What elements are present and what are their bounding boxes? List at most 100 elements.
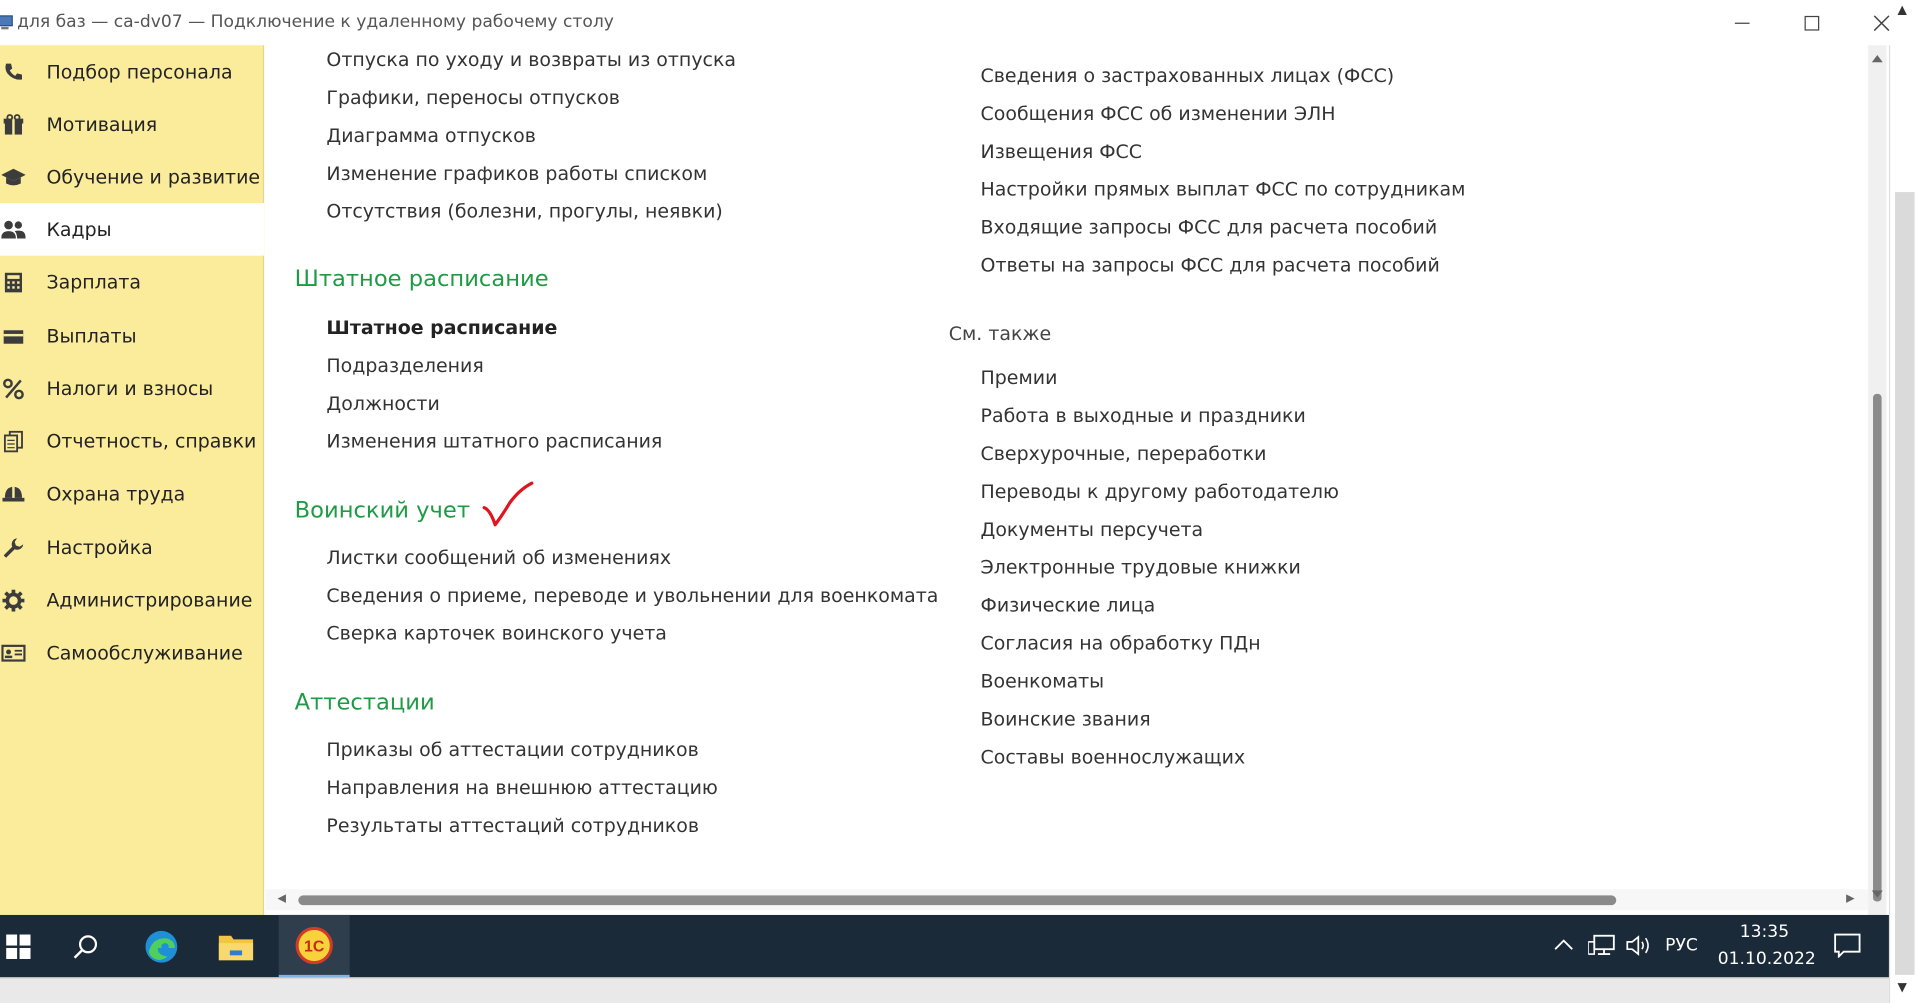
maximize-icon bbox=[1804, 15, 1820, 31]
link-individuals[interactable]: Физические лица bbox=[981, 594, 1156, 616]
sidebar-item-training[interactable]: Обучение и развитие bbox=[0, 150, 264, 203]
1c-taskbar-button[interactable]: 1С bbox=[278, 914, 350, 978]
sidebar-item-label: Обучение и развитие bbox=[46, 165, 261, 188]
phone-icon bbox=[0, 58, 27, 85]
scroll-right-arrow-icon[interactable]: ▶ bbox=[1846, 893, 1854, 905]
sidebar-item-label: Охрана труда bbox=[46, 482, 186, 505]
section-content-panel: Отпуска по уходу и возвраты из отпуска Г… bbox=[265, 45, 1869, 912]
edge-icon bbox=[145, 930, 178, 963]
sidebar-item-motivation[interactable]: Мотивация bbox=[0, 98, 264, 151]
scroll-left-arrow-icon[interactable]: ◀ bbox=[278, 893, 286, 905]
edge-taskbar-button[interactable] bbox=[132, 915, 191, 977]
vertical-scroll-thumb[interactable] bbox=[1873, 393, 1882, 902]
link-fss-request-replies[interactable]: Ответы на запросы ФСС для расчета пособи… bbox=[981, 254, 1440, 276]
network-icon[interactable] bbox=[1588, 934, 1615, 957]
sidebar-item-reports[interactable]: Отчетность, справки bbox=[0, 415, 264, 468]
sidebar-item-administration[interactable]: Администрирование bbox=[0, 574, 264, 627]
link-fss-direct-payment-settings[interactable]: Настройки прямых выплат ФСС по сотрудник… bbox=[981, 179, 1466, 201]
sidebar-item-label: Мотивация bbox=[46, 113, 158, 136]
windows-taskbar: 1С РУС 13:35 01.10.2022 bbox=[0, 914, 1889, 978]
sidebar-item-label: Зарплата bbox=[46, 270, 142, 293]
sidebar-item-label: Выплаты bbox=[46, 324, 137, 347]
link-certification-results[interactable]: Результаты аттестаций сотрудников bbox=[326, 815, 699, 837]
link-work-schedule-changes[interactable]: Изменение графиков работы списком bbox=[326, 163, 707, 185]
link-vacation-chart[interactable]: Диаграмма отпусков bbox=[326, 125, 535, 147]
link-change-notices[interactable]: Листки сообщений об изменениях bbox=[326, 547, 671, 569]
host-window-bottom-edge bbox=[0, 977, 1889, 1003]
users-icon bbox=[0, 216, 27, 243]
documents-icon bbox=[0, 428, 27, 455]
link-fss-incoming-requests[interactable]: Входящие запросы ФСС для расчета пособий bbox=[981, 217, 1438, 239]
sidebar-item-payments[interactable]: Выплаты bbox=[0, 309, 264, 362]
gift-icon bbox=[0, 111, 27, 138]
window-title: для баз — ca-dv07 — Подключение к удален… bbox=[17, 12, 614, 32]
link-employer-transfers[interactable]: Переводы к другому работодателю bbox=[981, 481, 1339, 503]
section-title-military: Воинский учет bbox=[294, 497, 471, 524]
sidebar-item-self-service[interactable]: Самообслуживание bbox=[0, 626, 264, 679]
link-overtime[interactable]: Сверхурочные, переработки bbox=[981, 443, 1267, 465]
link-military-offices[interactable]: Военкоматы bbox=[981, 670, 1105, 692]
volume-icon[interactable] bbox=[1626, 935, 1653, 957]
sidebar-item-salary[interactable]: Зарплата bbox=[0, 256, 264, 309]
link-fss-eln-messages[interactable]: Сообщения ФСС об изменении ЭЛН bbox=[981, 103, 1336, 125]
wrench-icon bbox=[0, 534, 27, 561]
percent-icon bbox=[0, 375, 27, 402]
sidebar-item-label: Кадры bbox=[46, 218, 112, 241]
link-childcare-leave[interactable]: Отпуска по уходу и возвраты из отпуска bbox=[326, 49, 736, 71]
sidebar-item-recruitment[interactable]: Подбор персонала bbox=[0, 45, 264, 98]
link-electronic-work-books[interactable]: Электронные трудовые книжки bbox=[981, 557, 1301, 579]
clock-time[interactable]: 13:35 bbox=[1740, 922, 1789, 942]
vertical-scrollbar[interactable] bbox=[1868, 45, 1887, 915]
outer-scroll-up-icon[interactable]: ▲ bbox=[1897, 4, 1906, 17]
remote-session-scrollbar[interactable]: ▲ ▼ bbox=[1888, 4, 1917, 1003]
show-hidden-icons-chevron-icon[interactable] bbox=[1554, 938, 1574, 950]
scroll-down-arrow-icon[interactable] bbox=[1871, 890, 1883, 898]
link-departments[interactable]: Подразделения bbox=[326, 355, 483, 377]
outer-scroll-down-icon[interactable]: ▼ bbox=[1897, 981, 1906, 994]
minimize-button[interactable] bbox=[1724, 7, 1761, 39]
link-fss-notices[interactable]: Извещения ФСС bbox=[981, 141, 1142, 163]
link-military-compositions[interactable]: Составы военнослужащих bbox=[981, 746, 1246, 768]
scroll-up-arrow-icon[interactable] bbox=[1871, 55, 1883, 63]
link-weekend-work[interactable]: Работа в выходные и праздники bbox=[981, 405, 1306, 427]
link-positions[interactable]: Должности bbox=[326, 393, 439, 415]
sidebar-item-label: Подбор персонала bbox=[46, 60, 233, 83]
calculator-icon bbox=[0, 268, 27, 295]
file-explorer-icon bbox=[218, 935, 254, 960]
input-language-indicator[interactable]: РУС bbox=[1665, 936, 1698, 956]
see-also-label: См. также bbox=[948, 322, 1052, 345]
link-military-cards-reconcile[interactable]: Сверка карточек воинского учета bbox=[326, 623, 666, 645]
link-external-certification[interactable]: Направления на внешнюю аттестацию bbox=[326, 777, 717, 799]
search-button[interactable] bbox=[56, 915, 115, 977]
sidebar-item-personnel[interactable]: Кадры bbox=[0, 203, 265, 256]
link-pd-consents[interactable]: Согласия на обработку ПДн bbox=[981, 632, 1261, 654]
section-title-certifications: Аттестации bbox=[294, 689, 435, 716]
link-staffing-table[interactable]: Штатное расписание bbox=[326, 317, 557, 339]
link-staffing-changes[interactable]: Изменения штатного расписания bbox=[326, 431, 662, 453]
windows-start-icon bbox=[6, 933, 31, 959]
sidebar-item-label: Отчетность, справки bbox=[46, 429, 257, 452]
helmet-icon bbox=[0, 480, 27, 507]
link-absences[interactable]: Отсутствия (болезни, прогулы, неявки) bbox=[326, 201, 722, 223]
horizontal-scroll-thumb[interactable] bbox=[298, 895, 1617, 906]
link-vacation-schedules[interactable]: Графики, переносы отпусков bbox=[326, 87, 620, 109]
outer-scroll-thumb[interactable] bbox=[1895, 192, 1915, 975]
link-personnel-documents[interactable]: Документы персучета bbox=[981, 519, 1204, 541]
start-button[interactable] bbox=[0, 915, 37, 977]
link-military-office-info[interactable]: Сведения о приеме, переводе и увольнении… bbox=[326, 585, 938, 607]
maximize-button[interactable] bbox=[1794, 7, 1831, 39]
sidebar-item-settings[interactable]: Настройка bbox=[0, 521, 264, 574]
sidebar-item-label: Настройка bbox=[46, 536, 153, 559]
close-button[interactable] bbox=[1863, 7, 1900, 39]
link-certification-orders[interactable]: Приказы об аттестации сотрудников bbox=[326, 739, 698, 761]
sidebar-item-label: Администрирование bbox=[46, 588, 253, 611]
sidebar-item-taxes[interactable]: Налоги и взносы bbox=[0, 362, 264, 415]
file-explorer-taskbar-button[interactable] bbox=[207, 915, 266, 977]
link-fss-insured[interactable]: Сведения о застрахованных лицах (ФСС) bbox=[981, 65, 1395, 87]
notifications-icon[interactable] bbox=[1834, 933, 1861, 958]
sidebar-item-labor-safety[interactable]: Охрана труда bbox=[0, 467, 264, 520]
link-bonuses[interactable]: Премии bbox=[981, 367, 1058, 389]
link-military-ranks[interactable]: Воинские звания bbox=[981, 708, 1151, 730]
horizontal-scrollbar[interactable]: ◀ ▶ bbox=[265, 889, 1869, 911]
clock-date[interactable]: 01.10.2022 bbox=[1718, 949, 1816, 969]
